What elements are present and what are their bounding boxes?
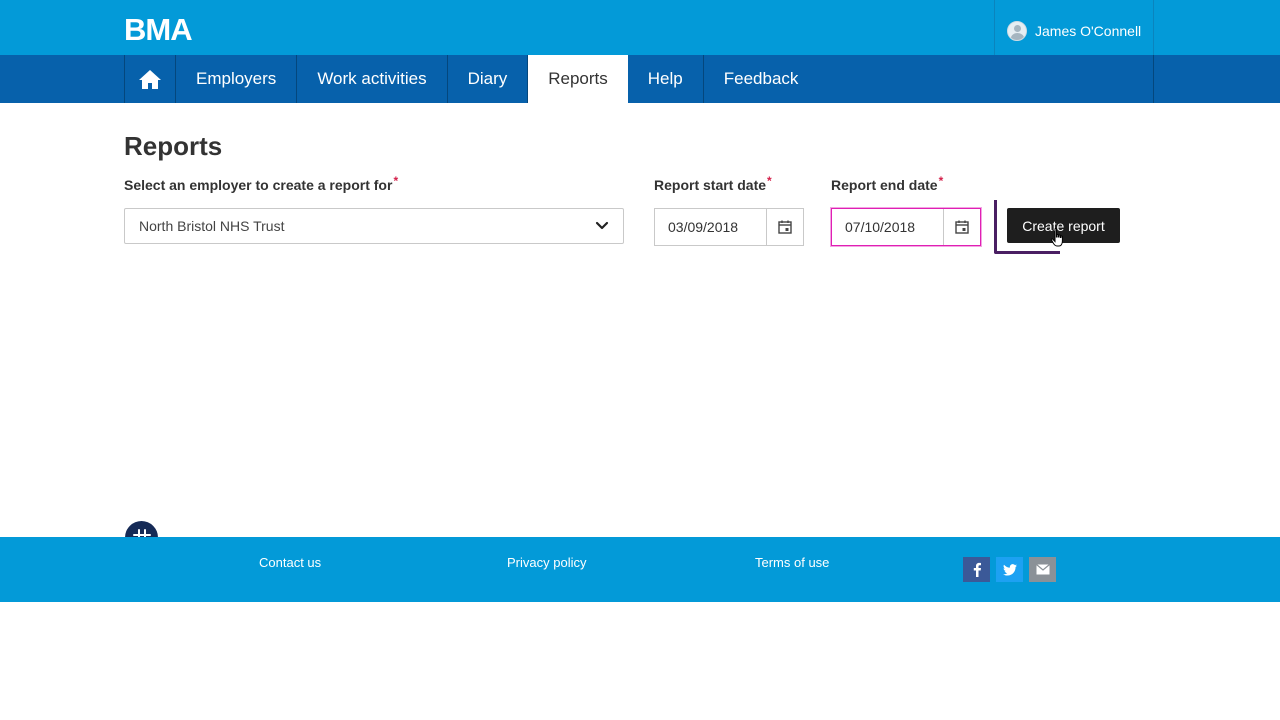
home-icon [139,70,161,89]
facebook-button[interactable] [963,557,990,582]
nav-feedback[interactable]: Feedback [704,55,819,103]
calendar-icon [955,220,969,234]
chevron-down-icon [595,221,609,230]
user-name: James O'Connell [1035,22,1142,39]
start-date-value: 03/09/2018 [668,219,739,235]
nav-divider [1153,55,1154,103]
required-mark: * [393,174,399,188]
calendar-icon [778,220,792,234]
start-date-calendar-button[interactable] [766,209,803,245]
email-icon [1035,564,1050,575]
start-date-field[interactable]: 03/09/2018 [654,208,804,246]
nav-home[interactable] [124,55,176,103]
employer-label-text: Select an employer to create a report fo… [124,177,393,193]
nav-work-activities[interactable]: Work activities [297,55,448,103]
twitter-icon [1002,563,1017,576]
end-date-label: Report end date* [831,174,944,193]
start-date-label-text: Report start date [654,177,767,193]
nav-employers[interactable]: Employers [176,55,298,103]
end-date-label-text: Report end date [831,177,938,193]
nav-reports[interactable]: Reports [528,55,628,103]
user-menu[interactable]: James O'Connell [994,0,1154,55]
page-title: Reports [124,131,223,161]
cursor-icon [1050,228,1063,247]
avatar-icon [1007,20,1027,41]
footer-contact-link[interactable]: Contact us [259,555,321,570]
top-bar: BMA James O'Connell [0,0,1280,55]
nav-help[interactable]: Help [628,55,704,103]
start-date-label: Report start date* [654,174,772,193]
footer-terms-link[interactable]: Terms of use [755,555,829,570]
twitter-button[interactable] [996,557,1023,582]
footer: Contact us Privacy policy Terms of use [0,537,1280,602]
end-date-field[interactable]: 07/10/2018 [831,208,981,246]
footer-privacy-link[interactable]: Privacy policy [507,555,586,570]
bma-logo[interactable]: BMA [124,12,193,48]
email-button[interactable] [1029,557,1056,582]
end-date-value: 07/10/2018 [845,219,916,235]
facebook-icon [973,562,981,577]
nav-diary[interactable]: Diary [448,55,529,103]
main-nav: Employers Work activities Diary Reports … [0,55,1280,103]
required-mark: * [767,174,772,188]
end-date-calendar-button[interactable] [943,209,980,245]
employer-label: Select an employer to create a report fo… [124,174,399,193]
employer-select-value: North Bristol NHS Trust [139,218,285,234]
required-mark: * [938,174,944,188]
employer-select[interactable]: North Bristol NHS Trust [124,208,624,244]
